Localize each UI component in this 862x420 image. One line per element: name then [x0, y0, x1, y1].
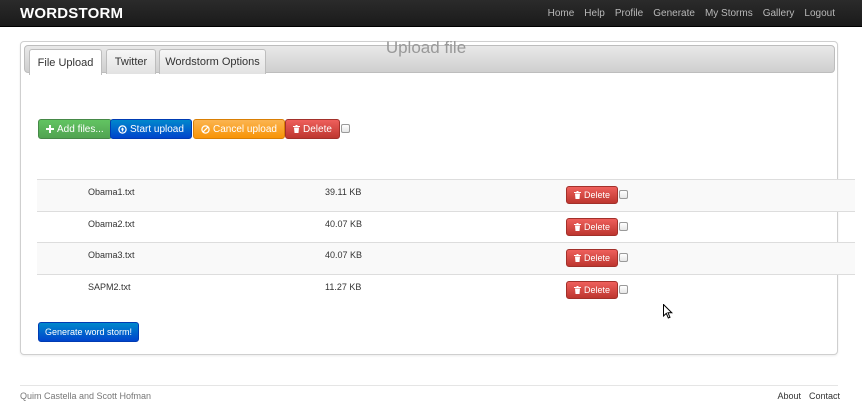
select-all-checkbox[interactable]: [341, 124, 350, 133]
trash-icon: [574, 285, 581, 294]
file-row: Obama3.txt 40.07 KB Delete: [37, 242, 855, 274]
file-checkbox[interactable]: [619, 221, 628, 231]
mouse-pointer-icon: [663, 303, 674, 322]
file-size: 39.11 KB: [325, 187, 362, 197]
top-navbar: WORDSTORM Home Help Profile Generate My …: [0, 0, 862, 27]
file-row: SAPM2.txt 11.27 KB Delete: [37, 273, 855, 306]
add-files-button[interactable]: Add files...: [38, 119, 112, 139]
start-upload-label: Start upload: [130, 123, 184, 135]
footer-about-link[interactable]: About: [777, 391, 801, 401]
footer-divider: [20, 385, 838, 386]
delete-file-label: Delete: [584, 190, 611, 200]
start-upload-button[interactable]: Start upload: [110, 119, 192, 139]
nav-my-storms[interactable]: My Storms: [700, 8, 758, 19]
footer-links: About Contact: [777, 391, 840, 401]
delete-file-label: Delete: [584, 221, 611, 232]
delete-file-button[interactable]: Delete: [566, 186, 619, 204]
footer-credits: Quim Castella and Scott Hofman: [20, 391, 152, 401]
nav-home[interactable]: Home: [543, 8, 580, 19]
file-checkbox[interactable]: [619, 190, 628, 199]
file-row: Obama2.txt 40.07 KB Delete: [37, 210, 855, 243]
file-checkbox[interactable]: [619, 284, 628, 294]
add-files-label: Add files...: [57, 123, 104, 135]
upload-title: Upload file: [385, 38, 467, 57]
delete-file-button[interactable]: Delete: [566, 217, 619, 236]
delete-all-button[interactable]: Delete: [285, 119, 340, 139]
nav-links: Home Help Profile Generate My Storms Gal…: [543, 0, 840, 27]
generate-word-storm-button[interactable]: Generate word storm!: [38, 322, 140, 342]
ban-icon: [201, 124, 210, 134]
file-list: Obama1.txt 39.11 KB Delete Obama2.txt 40…: [37, 179, 855, 305]
trash-icon: [574, 254, 581, 262]
delete-file-button[interactable]: Delete: [566, 280, 619, 299]
nav-profile[interactable]: Profile: [610, 8, 648, 19]
file-row: Obama1.txt 39.11 KB Delete: [37, 179, 855, 211]
upload-circle-icon: [118, 124, 127, 134]
cancel-upload-label: Cancel upload: [213, 123, 277, 135]
nav-generate[interactable]: Generate: [648, 8, 700, 19]
delete-file-label: Delete: [584, 253, 611, 263]
file-name: Obama3.txt: [88, 250, 135, 260]
delete-all-label: Delete: [303, 123, 332, 135]
file-name: Obama2.txt: [88, 218, 135, 229]
cancel-upload-button[interactable]: Cancel upload: [193, 119, 285, 139]
delete-file-button[interactable]: Delete: [566, 249, 619, 267]
brand-logo[interactable]: WORDSTORM: [20, 5, 123, 22]
file-size: 11.27 KB: [325, 281, 362, 292]
file-name: SAPM2.txt: [88, 281, 131, 292]
nav-help[interactable]: Help: [579, 8, 610, 19]
plus-icon: [46, 125, 54, 133]
delete-file-label: Delete: [584, 284, 611, 295]
file-checkbox[interactable]: [619, 253, 628, 262]
trash-icon: [574, 191, 581, 199]
nav-logout[interactable]: Logout: [799, 8, 840, 19]
file-size: 40.07 KB: [325, 218, 363, 229]
file-name: Obama1.txt: [88, 187, 135, 197]
nav-gallery[interactable]: Gallery: [758, 8, 800, 19]
trash-icon: [574, 222, 581, 231]
footer-contact-link[interactable]: Contact: [809, 391, 840, 401]
trash-icon: [293, 125, 300, 133]
file-size: 40.07 KB: [325, 250, 363, 260]
